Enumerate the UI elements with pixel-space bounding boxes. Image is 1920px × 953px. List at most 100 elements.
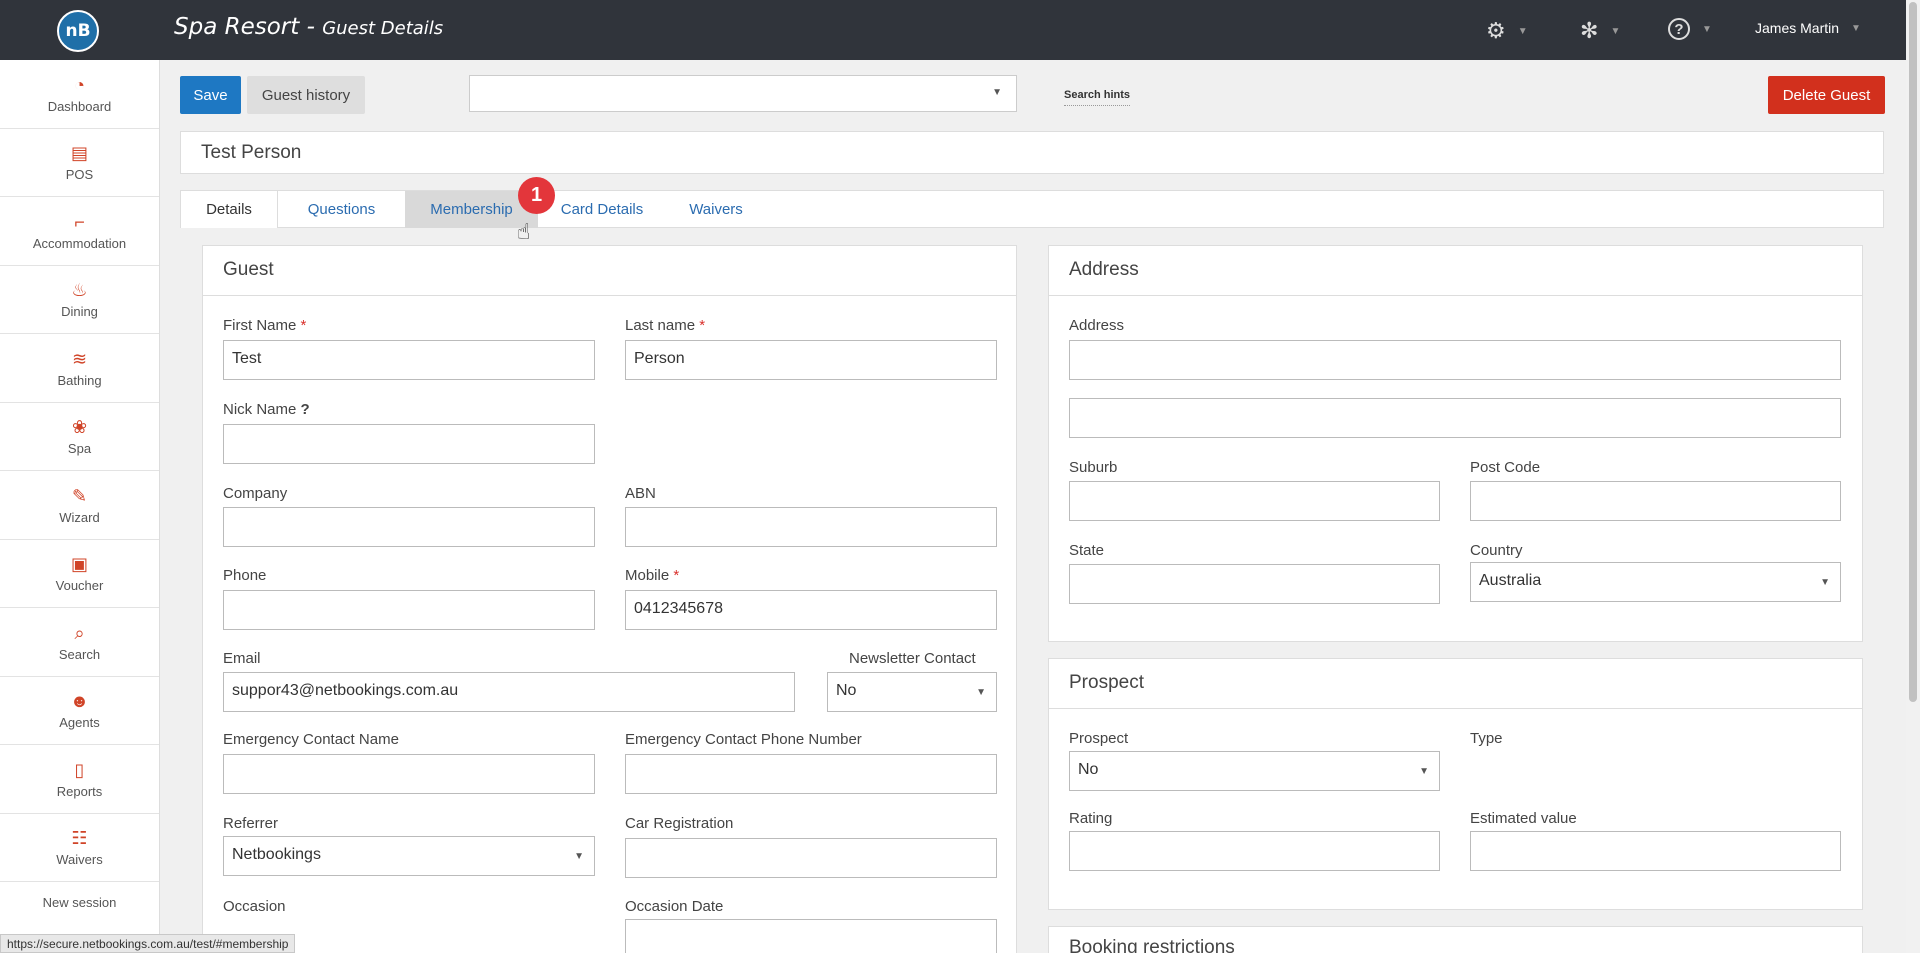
booking-restrictions-panel: Booking restrictions [1048,926,1863,953]
newsletter-select[interactable]: No ▼ [827,672,997,712]
page-subtitle: Guest Details [322,18,444,39]
prospect-select[interactable]: No ▼ [1069,751,1440,791]
status-bar-url: https://secure.netbookings.com.au/test/#… [0,934,296,953]
chevron-down-icon: ▼ [1419,766,1429,777]
page-scrollbar[interactable] [1906,0,1920,953]
required-mark: * [673,567,680,584]
search-hints-link[interactable]: Search hints [1064,89,1131,106]
type-label: Type [1470,730,1503,747]
sidebar-item-label: Dashboard [47,98,112,114]
logo[interactable]: nB [57,10,99,52]
nick-name-field[interactable] [223,424,595,464]
occasion-label: Occasion [223,898,286,915]
email-label: Email [223,650,261,667]
first-name-label-text: First Name [223,317,297,334]
guest-search-select[interactable]: ▼ [469,75,1017,112]
state-field[interactable] [1069,564,1440,604]
sidebar-item-wizard[interactable]: ✎ Wizard [0,471,159,540]
sidebar-item-label: Wizard [59,509,100,525]
referrer-value: Netbookings [232,846,321,863]
company-label: Company [223,485,288,502]
car-registration-label: Car Registration [625,815,734,832]
search-icon: ⌕ [74,622,85,643]
first-name-field[interactable]: Test [223,340,595,380]
sidebar-item-spa[interactable]: ❀ Spa [0,403,159,471]
tab-details[interactable]: Details [181,191,278,228]
phone-field[interactable] [223,590,595,630]
checklist-icon: ☷ [71,828,88,849]
sidebar-item-label: Spa [67,441,92,457]
country-select[interactable]: Australia ▼ [1470,562,1841,602]
country-value: Australia [1479,572,1542,589]
booking-restrictions-heading: Booking restrictions [1069,937,1235,953]
guest-name-banner: Test Person [180,131,1884,174]
emergency-phone-label: Emergency Contact Phone Number [625,731,862,748]
rating-field[interactable] [1069,831,1440,871]
phone-label: Phone [223,567,267,584]
magic-wand-icon: ✎ [71,485,88,506]
referrer-select[interactable]: Netbookings ▼ [223,836,595,876]
company-field[interactable] [223,507,595,547]
settings-menu[interactable]: ⚙ ▼ [1486,18,1528,44]
nick-name-label: Nick Name ? [223,401,310,418]
estimated-value-field[interactable] [1470,831,1841,871]
lotus-icon: ❀ [71,417,88,438]
chevron-down-icon: ▼ [976,687,986,698]
sidebar-item-dining[interactable]: ♨ Dining [0,266,159,334]
chevron-down-icon: ▼ [1702,23,1712,35]
tab-card-details[interactable]: Card Details [538,191,666,228]
guest-history-button[interactable]: Guest history [247,76,365,114]
postcode-label: Post Code [1470,459,1541,476]
car-registration-field[interactable] [625,838,997,878]
postcode-field[interactable] [1470,481,1841,521]
first-name-label: First Name * [223,317,306,334]
sidebar-item-search[interactable]: ⌕ Search [0,608,159,677]
address-panel-heading: Address [1049,246,1862,296]
last-name-label: Last name * [625,317,705,334]
users-icon: ☻ [70,691,89,712]
chevron-down-icon: ▼ [1517,25,1528,37]
suburb-field[interactable] [1069,481,1440,521]
new-session-link[interactable]: New session [0,882,159,922]
email-field[interactable]: suppor43@netbookings.com.au [223,672,795,712]
sidebar-item-label: Dining [61,304,98,320]
help-hint-icon[interactable]: ? [301,401,310,418]
emergency-name-field[interactable] [223,754,595,794]
sidebar-item-label: Accommodation [32,235,127,251]
scrollbar-thumb[interactable] [1909,2,1917,702]
address-line1-field[interactable] [1069,340,1841,380]
address-line2-field[interactable] [1069,398,1841,438]
sidebar: ◔ Dashboard ▤ POS ⌐ Accommodation ♨ Dining ≋… [0,60,160,953]
sidebar-item-label: POS [65,167,94,183]
dining-icon: ♨ [71,280,88,301]
emergency-phone-field[interactable] [625,754,997,794]
sidebar-item-dashboard[interactable]: ◔ Dashboard [0,60,159,129]
country-label: Country [1470,542,1523,559]
abn-field[interactable] [625,507,997,547]
help-menu[interactable]: ? ▼ [1668,18,1712,40]
mobile-label: Mobile * [625,567,679,584]
sidebar-item-bathing[interactable]: ≋ Bathing [0,334,159,403]
fan-menu[interactable]: ✻ ▼ [1580,18,1620,44]
sidebar-item-reports[interactable]: ▯ Reports [0,745,159,814]
referrer-label: Referrer [223,815,279,832]
app-name: Spa Resort - [174,14,323,40]
mobile-field[interactable]: 0412345678 [625,590,997,630]
sidebar-item-waivers[interactable]: ☷ Waivers [0,814,159,882]
sidebar-item-accommodation[interactable]: ⌐ Accommodation [0,197,159,266]
delete-guest-button[interactable]: Delete Guest [1768,76,1885,114]
required-mark: * [699,317,706,334]
mobile-label-text: Mobile [625,567,670,584]
occasion-date-field[interactable] [625,919,997,953]
sidebar-item-agents[interactable]: ☻ Agents [0,677,159,745]
register-icon: ▤ [70,143,88,164]
sidebar-item-pos[interactable]: ▤ POS [0,129,159,197]
last-name-field[interactable]: Person [625,340,997,380]
tab-waivers[interactable]: Waivers [666,191,766,228]
user-menu[interactable]: James Martin ▼ [1755,20,1861,36]
prospect-label: Prospect [1069,730,1129,747]
sidebar-item-voucher[interactable]: ▣ Voucher [0,540,159,608]
chevron-down-icon: ▼ [1820,577,1830,588]
tab-questions[interactable]: Questions [278,191,405,228]
save-button[interactable]: Save [180,76,241,114]
